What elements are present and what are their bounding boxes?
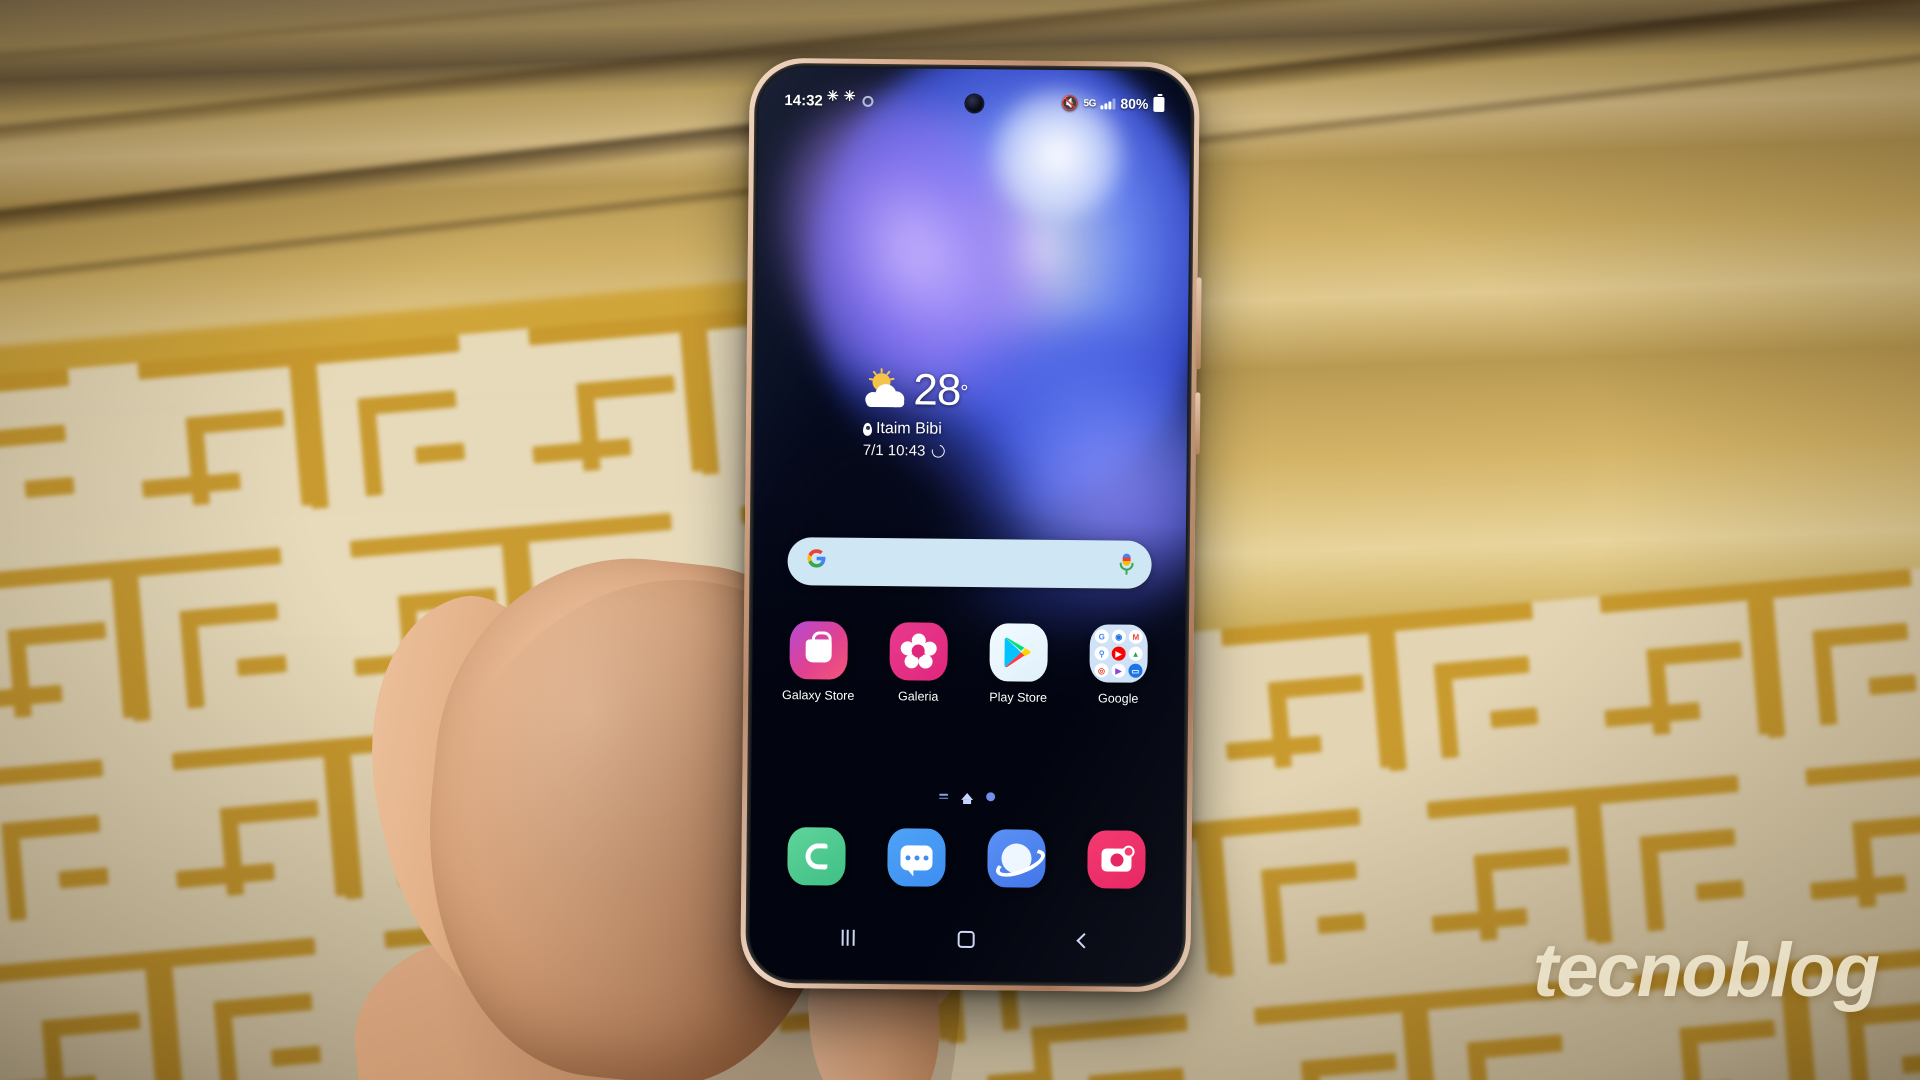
gear-icon: [846, 95, 857, 106]
tecnoblog-watermark: tecnoblog: [1532, 928, 1880, 1013]
google-g-icon: [805, 547, 827, 575]
folder-mini-icon-photos[interactable]: ◎: [1094, 663, 1109, 678]
sun-behind-cloud-icon: [863, 368, 907, 408]
app-google-folder[interactable]: G ◉ M ⚲ ▶ ▲ ◎ ▶ ▭ Google: [1076, 624, 1161, 706]
app-play-store[interactable]: Play Store: [976, 623, 1061, 705]
apps-list-icon[interactable]: [939, 793, 949, 800]
page-indicator: [751, 790, 1183, 804]
weather-widget[interactable]: 28° Itaim Bibi 7/1 10:43: [862, 365, 969, 461]
phone-screen[interactable]: 14:32 🔇 5G 80%: [749, 66, 1191, 984]
battery-full-icon: [1153, 96, 1165, 112]
dock-app-phone[interactable]: [774, 827, 859, 886]
app-label: Galeria: [897, 689, 939, 704]
degree-symbol: °: [960, 381, 969, 404]
ring-icon: [862, 95, 874, 107]
refresh-icon[interactable]: [928, 442, 947, 461]
network-type-label: 5G: [1083, 97, 1096, 109]
app-label: Google: [1097, 691, 1139, 706]
dock-app-messages[interactable]: [874, 828, 959, 887]
app-galeria[interactable]: Galeria: [876, 622, 961, 704]
home-screen-ui: 14:32 🔇 5G 80%: [749, 67, 1191, 983]
dock-app-internet[interactable]: [974, 829, 1059, 888]
gear-icon: [829, 95, 840, 106]
location-pin-icon: [862, 422, 873, 436]
status-bar-right: 🔇 5G 80%: [1061, 94, 1165, 112]
status-bar-left: 14:32: [784, 92, 874, 110]
phone-icon: [787, 827, 846, 886]
folder-mini-icons: G ◉ M ⚲ ▶ ▲ ◎ ▶ ▭: [1089, 624, 1148, 683]
app-label: Galaxy Store: [781, 688, 855, 703]
weather-temperature: 28: [913, 365, 961, 415]
play-store-icon: [989, 623, 1048, 682]
status-bar-clock: 14:32: [784, 91, 823, 109]
folder-mini-icon-meet[interactable]: ▭: [1128, 663, 1143, 678]
volume-mute-icon: 🔇: [1061, 94, 1079, 111]
battery-percent-label: 80%: [1120, 95, 1149, 112]
home-icon[interactable]: [958, 930, 976, 948]
camera-icon: [1087, 830, 1146, 889]
volume-rocker[interactable]: [1195, 277, 1202, 370]
app-label: Play Store: [989, 690, 1048, 705]
weather-updated-label: 7/1 10:43: [862, 441, 926, 460]
recents-icon[interactable]: [841, 929, 855, 946]
messages-icon: [887, 828, 946, 887]
gallery-icon: [889, 622, 948, 681]
folder-mini-icon-drive[interactable]: ▲: [1128, 646, 1143, 661]
weather-location-row: Itaim Bibi: [862, 420, 968, 439]
app-grid: Galaxy Store Galeria Play Store G ◉ M ⚲ …: [768, 621, 1169, 706]
folder-mini-icon-play-movies[interactable]: ▶: [1111, 663, 1126, 678]
front-camera-icon: [965, 94, 984, 113]
samsung-internet-icon: [987, 829, 1046, 888]
google-search-bar[interactable]: [787, 537, 1152, 589]
home-page-icon[interactable]: [961, 792, 974, 801]
folder-mini-icon-chrome[interactable]: ◉: [1111, 629, 1126, 644]
back-icon[interactable]: [1076, 932, 1093, 948]
app-galaxy-store[interactable]: Galaxy Store: [776, 621, 861, 703]
current-page-dot[interactable]: [986, 792, 996, 802]
microphone-icon[interactable]: [1119, 553, 1134, 576]
dock: [766, 827, 1167, 889]
google-folder-icon: G ◉ M ⚲ ▶ ▲ ◎ ▶ ▭: [1089, 624, 1148, 683]
weather-location-label: Itaim Bibi: [875, 420, 942, 438]
dock-app-camera[interactable]: [1074, 830, 1159, 889]
folder-mini-icon-gmail[interactable]: M: [1128, 629, 1143, 644]
weather-main-row: 28°: [863, 365, 969, 415]
folder-mini-icon-youtube[interactable]: ▶: [1111, 646, 1126, 661]
folder-mini-icon-google[interactable]: G: [1094, 629, 1109, 644]
folder-mini-icon-maps[interactable]: ⚲: [1094, 646, 1109, 661]
photo-scene: 14:32 🔇 5G 80%: [0, 0, 1920, 1080]
weather-updated-row: 7/1 10:43: [862, 441, 968, 461]
signal-bars-icon: [1100, 97, 1116, 109]
power-button[interactable]: [1194, 392, 1201, 455]
navigation-bar: [749, 917, 1181, 962]
smartphone: 14:32 🔇 5G 80%: [740, 57, 1202, 993]
galaxy-store-icon: [789, 621, 848, 680]
